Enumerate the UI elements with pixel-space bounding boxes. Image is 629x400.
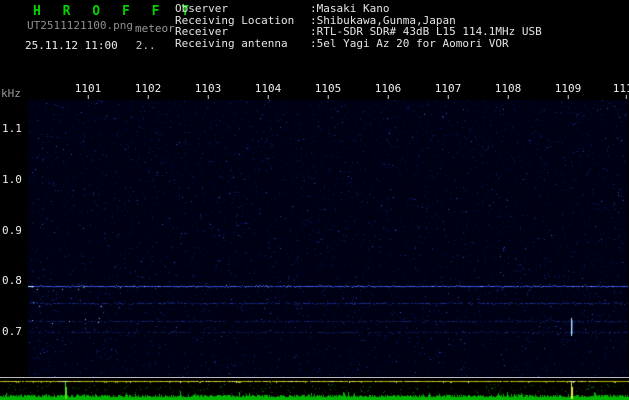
observer-label: Observer: [175, 2, 228, 15]
output-filename: UT2511121100.png: [27, 19, 133, 32]
time-tick-label: 1102: [134, 82, 162, 99]
hrofft-screen: H R O F F T UT2511121100.png meteor 25.11…: [0, 0, 629, 400]
freq-tick-label: 1.0: [2, 173, 22, 186]
freq-tick-label: 1.1: [2, 122, 22, 135]
frequency-unit-label: kHz: [1, 87, 21, 100]
freq-tick-label: 0.7: [2, 325, 22, 338]
station-info-row: Receiving antenna :5el Yagi Az 20 for Aom…: [175, 36, 542, 50]
antenna-label: Receiving antenna: [175, 36, 288, 50]
freq-tick-label: 0.8: [2, 274, 22, 287]
freq-tick-label: 0.9: [2, 224, 22, 237]
time-tick-label: 1104: [254, 82, 282, 99]
date-line: 25.11.12 11:00 2..: [25, 39, 156, 52]
time-tick-label: 1103: [194, 82, 222, 99]
datetime: 25.11.12 11:00: [25, 39, 118, 52]
time-tick-label: 1110: [613, 82, 629, 99]
datetime-extra: 2..: [135, 39, 156, 52]
time-tick-label: 1101: [74, 82, 102, 99]
time-tick-label: 1109: [554, 82, 582, 99]
antenna-value: :5el Yagi Az 20 for Aomori VOR: [310, 36, 509, 50]
time-tick-label: 1105: [314, 82, 342, 99]
observation-tag: meteor: [134, 22, 175, 35]
time-tick-label: 1106: [374, 82, 402, 99]
station-info: Observer:Masaki Kano Receiving Location:…: [175, 3, 542, 49]
spectrogram-canvas: [28, 100, 628, 377]
file-line: UT2511121100.png meteor: [27, 19, 175, 35]
signal-strip-canvas: [0, 378, 629, 400]
time-tick-label: 1107: [434, 82, 462, 99]
time-tick-label: 1108: [494, 82, 522, 99]
receiver-label: Receiver: [175, 25, 228, 38]
app-title: H R O F F T: [33, 4, 197, 19]
